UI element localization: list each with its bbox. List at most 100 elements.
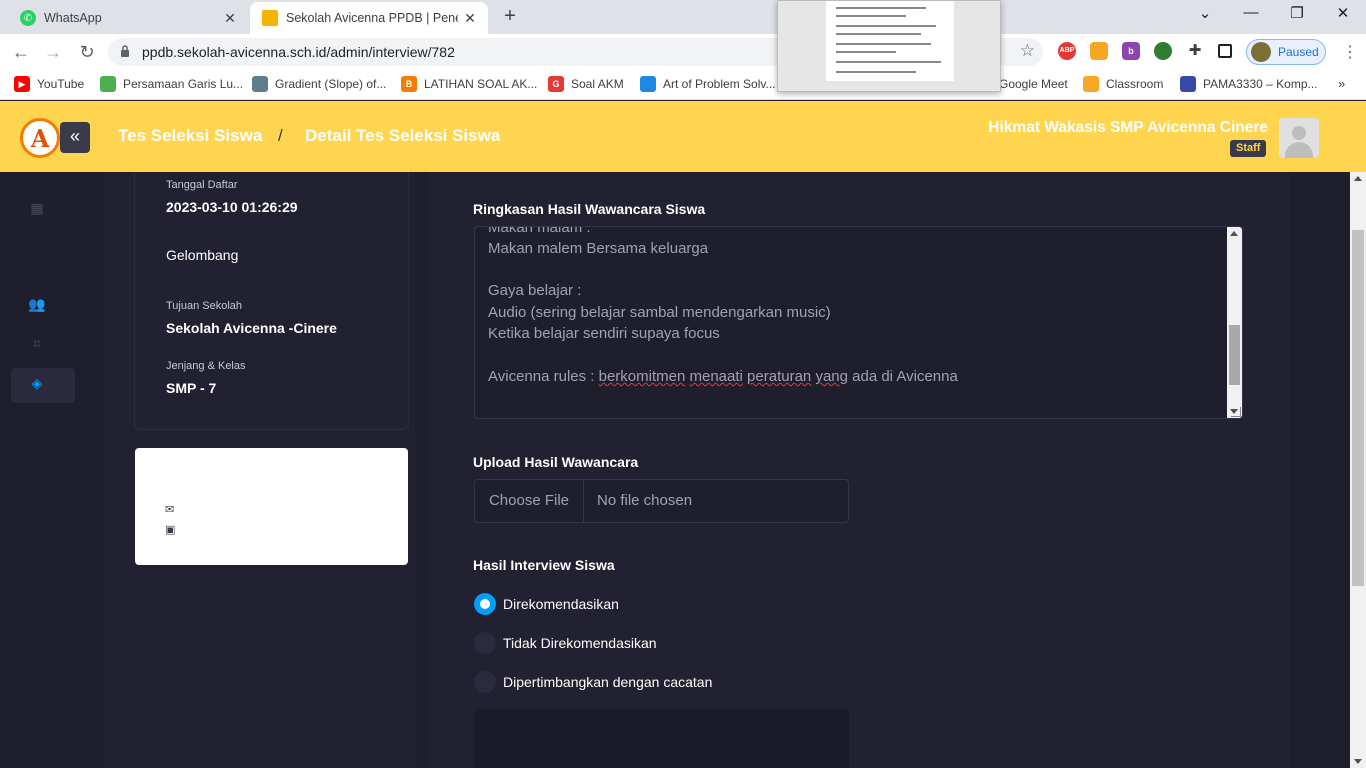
tab-title: WhatsApp [44,11,102,25]
folder-icon [262,10,278,26]
users-icon[interactable]: 👥 [28,296,46,314]
contact-card: ✉ ▣ [135,448,408,565]
option-tidak-direkomendasikan-label[interactable]: Tidak Direkomendasikan [503,635,657,651]
bookmark-label: Soal AKM [571,77,624,91]
option-direkomendasikan-label[interactable]: Direkomendasikan [503,596,619,612]
choose-file-button[interactable]: Choose File [475,480,584,522]
tanggal-daftar-label: Tanggal Daftar [166,179,238,191]
forward-icon[interactable]: → [40,40,66,64]
upload-file-input[interactable]: Choose File No file chosen [474,479,849,523]
avatar [1251,42,1271,62]
textarea-scrollbar[interactable] [1227,227,1242,418]
radio-direkomendasikan[interactable] [474,593,496,615]
reload-icon[interactable]: ↻ [74,40,100,64]
envelope-icon: ✉ [165,504,175,516]
breadcrumb-tes-seleksi[interactable]: Tes Seleksi Siswa [118,126,262,146]
file-status: No file chosen [597,492,693,509]
bookmark-item[interactable]: G Soal AKM [548,76,624,92]
thumbnail-line [836,61,941,63]
alien-extension-icon[interactable] [1154,42,1172,60]
calendar-icon: ▣ [165,524,176,536]
puzzle-icon[interactable]: ✚ [1186,42,1204,60]
bookmark-star-icon[interactable]: ☆ [1020,41,1035,61]
bookmark-icon [640,76,656,92]
bookmark-item[interactable]: B LATIHAN SOAL AK... [401,76,537,92]
more-menu-icon[interactable]: ⋮ [1342,42,1358,62]
bookmark-label: YouTube [37,77,85,91]
bookmark-label: Google Meet [999,77,1068,91]
bookmark-youtube[interactable]: ▶ YouTube [14,76,84,92]
bookmark-item[interactable]: Persamaan Garis Lu... [100,76,243,92]
summary-line: Avicenna rules : berkomitmen menaati per… [488,368,958,385]
tanggal-daftar-value: 2023-03-10 01:26:29 [166,199,298,215]
grid-extension-icon[interactable] [1090,42,1108,60]
blogger-icon: B [401,76,417,92]
thumbnail-line [836,7,926,9]
thumbnail-line [836,43,931,45]
resize-handle[interactable] [1231,407,1241,417]
scroll-down-arrow-icon[interactable] [1354,759,1362,764]
radio-tidak-direkomendasikan[interactable] [474,632,496,654]
sidebar-collapse-button[interactable]: « [60,122,90,153]
radio-dipertimbangkan[interactable] [474,671,496,693]
close-icon[interactable]: ✕ [458,10,482,27]
option-dipertimbangkan-label[interactable]: Dipertimbangkan dengan cacatan [503,674,712,690]
bookmark-label: Gradient (Slope) of... [275,77,387,91]
tab-search-icon[interactable]: ⌄ [1190,4,1220,22]
back-icon[interactable]: ← [8,40,34,64]
bookmark-item[interactable]: PAMA3330 – Komp... [1180,76,1318,92]
scroll-thumb[interactable] [1229,325,1240,385]
bookmark-icon [1180,76,1196,92]
thumbnail-line [836,15,906,17]
close-icon[interactable]: ✕ [218,10,242,27]
bookmark-item[interactable]: Gradient (Slope) of... [252,76,386,92]
summary-title: Ringkasan Hasil Wawancara Siswa [473,201,706,217]
window-close-icon[interactable]: ✕ [1328,4,1358,22]
page-scrollbar[interactable] [1350,172,1366,768]
thumbnail-line [836,33,921,35]
minimize-icon[interactable]: — [1236,4,1266,21]
summary-line: Makan malam : [488,226,591,236]
gelombang-label: Gelombang [166,247,239,263]
user-name: Hikmat Wakasis SMP Avicenna Cinere [988,119,1268,136]
bookmark-label: Persamaan Garis Lu... [123,77,244,91]
scroll-up-arrow-icon[interactable] [1230,231,1238,236]
scroll-thumb[interactable] [1352,230,1364,586]
user-avatar[interactable] [1279,118,1319,158]
profile-label: Paused [1278,45,1319,59]
b-extension-icon[interactable]: b [1122,42,1140,60]
summary-line: Audio (sering belajar sambal mendengarka… [488,304,831,321]
bookmark-item[interactable]: Classroom [1083,76,1163,92]
tab-whatsapp[interactable]: ✆ WhatsApp ✕ [8,2,248,34]
thumbnail-page [826,1,954,81]
summary-textarea[interactable]: Makan malam : Makan malem Bersama keluar… [474,226,1243,419]
scroll-up-arrow-icon[interactable] [1354,176,1362,181]
bookmark-icon [252,76,268,92]
main-content: Tanggal Daftar 2023-03-10 01:26:29 Gelom… [75,172,1350,768]
tab-avicenna[interactable]: Sekolah Avicenna PPDB | Penerim ✕ [250,2,488,34]
bookmark-icon [100,76,116,92]
dashboard-icon[interactable]: ▦ [28,200,46,218]
avatar-head [1292,126,1306,140]
bookmarks-bar: ▶ YouTube Persamaan Garis Lu... Gradient … [0,70,1366,100]
abp-icon[interactable]: ABP [1058,42,1076,60]
layers-icon[interactable]: ◈ [28,375,46,393]
restore-icon[interactable]: ❐ [1282,4,1312,22]
notes-textarea[interactable] [474,709,849,768]
grid-menu-icon[interactable]: ⌗ [28,335,46,353]
tujuan-sekolah-value: Sekolah Avicenna -Cinere [166,320,337,336]
bookmark-item[interactable]: Art of Problem Solv... [640,76,775,92]
result-title: Hasil Interview Siswa [473,557,615,573]
sidepanel-icon[interactable] [1218,44,1232,58]
role-badge: Staff [1230,140,1267,157]
whatsapp-icon: ✆ [20,10,36,26]
more-bookmarks-icon[interactable]: » [1338,76,1345,91]
new-tab-button[interactable]: + [498,6,522,26]
avicenna-logo[interactable]: A [20,118,60,158]
profile-button[interactable]: Paused [1246,39,1326,65]
bookmark-label: Art of Problem Solv... [663,77,776,91]
youtube-icon: ▶ [14,76,30,92]
url-text: ppdb.sekolah-avicenna.sch.id/admin/inter… [142,44,455,60]
summary-line: Gaya belajar : [488,282,582,299]
thumbnail-line [836,71,916,73]
